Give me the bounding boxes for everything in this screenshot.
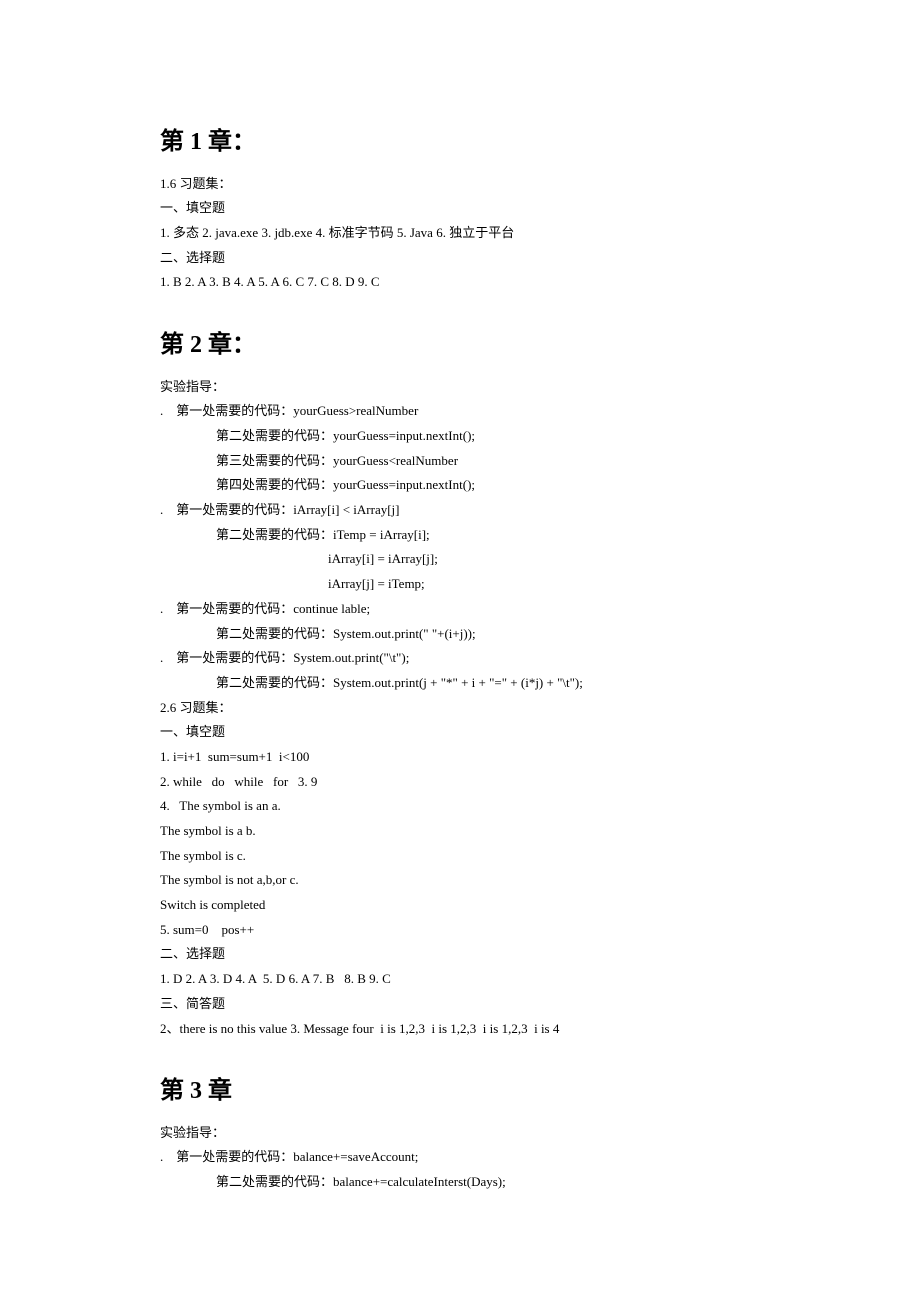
text-line: 1. B 2. A 3. B 4. A 5. A 6. C 7. C 8. D … bbox=[160, 270, 760, 295]
text-line: 1. i=i+1 sum=sum+1 i<100 bbox=[160, 745, 760, 770]
text-line: 1. D 2. A 3. D 4. A 5. D 6. A 7. B 8. B … bbox=[160, 967, 760, 992]
text-line: 2、there is no this value 3. Message four… bbox=[160, 1017, 760, 1042]
text-line: 三、简答题 bbox=[160, 992, 760, 1017]
text-line: The symbol is c. bbox=[160, 844, 760, 869]
indent-line: 第二处需要的代码：iTemp = iArray[i]; bbox=[160, 523, 760, 548]
chapter-1-heading: 第 1 章： bbox=[160, 120, 760, 166]
chapter-2-heading: 第 2 章： bbox=[160, 323, 760, 369]
bullet-line: . 第一处需要的代码：iArray[i] < iArray[j] bbox=[160, 498, 760, 523]
text-line: 二、选择题 bbox=[160, 942, 760, 967]
text-line: 一、填空题 bbox=[160, 720, 760, 745]
bullet-line: . 第一处需要的代码：yourGuess>realNumber bbox=[160, 399, 760, 424]
text-line: 实验指导： bbox=[160, 375, 760, 400]
indent-line: 第三处需要的代码：yourGuess<realNumber bbox=[160, 449, 760, 474]
indent-line: 第二处需要的代码：yourGuess=input.nextInt(); bbox=[160, 424, 760, 449]
bullet-line: . 第一处需要的代码：balance+=saveAccount; bbox=[160, 1145, 760, 1170]
deep-indent-line: iArray[j] = iTemp; bbox=[160, 572, 760, 597]
chapter-3-heading: 第 3 章 bbox=[160, 1069, 760, 1115]
bullet-line: . 第一处需要的代码：System.out.print("\t"); bbox=[160, 646, 760, 671]
bullet-line: . 第一处需要的代码：continue lable; bbox=[160, 597, 760, 622]
text-line: 1.6 习题集： bbox=[160, 172, 760, 197]
indent-line: 第二处需要的代码：System.out.print(j + "*" + i + … bbox=[160, 671, 760, 696]
indent-line: 第二处需要的代码：balance+=calculateInterst(Days)… bbox=[160, 1170, 760, 1195]
text-line: 实验指导： bbox=[160, 1121, 760, 1146]
text-line: Switch is completed bbox=[160, 893, 760, 918]
deep-indent-line: iArray[i] = iArray[j]; bbox=[160, 547, 760, 572]
text-line: The symbol is a b. bbox=[160, 819, 760, 844]
text-line: 1. 多态 2. java.exe 3. jdb.exe 4. 标准字节码 5.… bbox=[160, 221, 760, 246]
text-line: 一、填空题 bbox=[160, 196, 760, 221]
indent-line: 第二处需要的代码：System.out.print(" "+(i+j)); bbox=[160, 622, 760, 647]
text-line: 2. while do while for 3. 9 bbox=[160, 770, 760, 795]
text-line: 5. sum=0 pos++ bbox=[160, 918, 760, 943]
indent-line: 第四处需要的代码：yourGuess=input.nextInt(); bbox=[160, 473, 760, 498]
text-line: 2.6 习题集： bbox=[160, 696, 760, 721]
text-line: 4. The symbol is an a. bbox=[160, 794, 760, 819]
text-line: 二、选择题 bbox=[160, 246, 760, 271]
text-line: The symbol is not a,b,or c. bbox=[160, 868, 760, 893]
